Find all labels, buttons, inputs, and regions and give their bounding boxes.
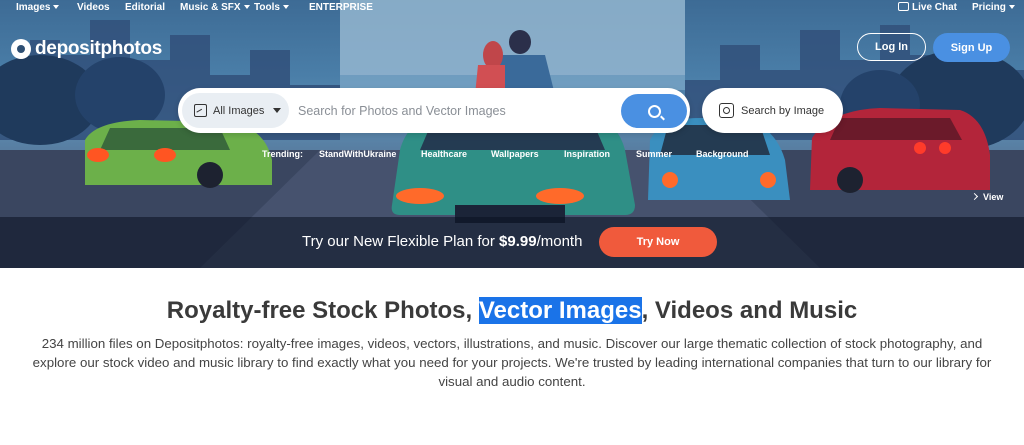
promo-prefix: Try our New Flexible Plan for bbox=[302, 233, 500, 250]
nav-videos[interactable]: Videos bbox=[77, 2, 110, 13]
page-description: 234 million files on Depositphotos: roya… bbox=[32, 336, 992, 389]
nav-enterprise[interactable]: ENTERPRISE bbox=[309, 2, 373, 13]
view-link[interactable]: View bbox=[970, 192, 1004, 202]
depositphotos-logo-icon bbox=[11, 39, 31, 59]
login-button[interactable]: Log In bbox=[857, 33, 926, 61]
nav-editorial[interactable]: Editorial bbox=[125, 2, 165, 13]
page-title: Royalty-free Stock Photos, Vector Images… bbox=[0, 297, 1024, 325]
logo-text: depositphotos bbox=[35, 38, 162, 59]
trending-tag[interactable]: Summer bbox=[636, 149, 672, 159]
nav-tools-label: Tools bbox=[254, 2, 280, 13]
live-chat-label: Live Chat bbox=[912, 2, 958, 13]
nav-tools[interactable]: Tools bbox=[254, 2, 289, 13]
caret-down-icon bbox=[273, 108, 282, 113]
nav-music-sfx-label: Music & SFX bbox=[180, 2, 241, 13]
search-type-dropdown[interactable]: All Images bbox=[182, 93, 289, 128]
try-now-label: Try Now bbox=[636, 236, 680, 248]
trending-tag[interactable]: Wallpapers bbox=[491, 149, 539, 159]
trending-tag[interactable]: StandWithUkraine bbox=[319, 149, 396, 159]
view-label: View bbox=[983, 192, 1004, 202]
hero-banner: Images Videos Editorial Music & SFX Tool… bbox=[0, 0, 1024, 268]
search-by-image-label: Search by Image bbox=[741, 104, 825, 117]
top-nav: Images Videos Editorial Music & SFX Tool… bbox=[0, 0, 1024, 18]
trending-tag[interactable]: Background bbox=[696, 149, 749, 159]
chevron-right-icon bbox=[970, 192, 979, 201]
image-icon bbox=[194, 104, 207, 117]
nav-enterprise-label: ENTERPRISE bbox=[309, 2, 373, 13]
trending-tag[interactable]: Healthcare bbox=[421, 149, 467, 159]
caret-down-icon bbox=[1008, 5, 1015, 9]
signup-label: Sign Up bbox=[950, 41, 993, 54]
live-chat-link[interactable]: Live Chat bbox=[898, 2, 957, 13]
promo-suffix: /month bbox=[536, 233, 583, 250]
try-now-button[interactable]: Try Now bbox=[599, 227, 717, 257]
search-input[interactable] bbox=[298, 98, 608, 123]
title-after: , Videos and Music bbox=[641, 297, 858, 324]
trending-label: Trending: bbox=[262, 149, 303, 159]
image-search-icon bbox=[719, 103, 734, 118]
promo-text: Try our New Flexible Plan for $9.99/mont… bbox=[302, 233, 582, 250]
search-type-label: All Images bbox=[213, 104, 265, 117]
caret-down-icon bbox=[53, 5, 60, 9]
login-label: Log In bbox=[875, 41, 908, 53]
signup-button[interactable]: Sign Up bbox=[933, 33, 1010, 62]
pricing-label: Pricing bbox=[972, 2, 1006, 13]
title-before: Royalty-free Stock Photos, bbox=[166, 297, 479, 324]
trending-tag[interactable]: Inspiration bbox=[564, 149, 610, 159]
search-icon bbox=[647, 104, 661, 118]
nav-videos-label: Videos bbox=[77, 2, 110, 13]
caret-down-icon bbox=[243, 5, 250, 9]
promo-strip: Try our New Flexible Plan for $9.99/mont… bbox=[0, 217, 1024, 268]
title-highlight: Vector Images bbox=[478, 297, 642, 324]
nav-editorial-label: Editorial bbox=[125, 2, 166, 13]
search-bar: All Images bbox=[178, 88, 690, 133]
promo-price: $9.99 bbox=[499, 233, 537, 250]
chat-bubble-icon bbox=[898, 2, 909, 11]
nav-images-label: Images bbox=[16, 2, 51, 13]
search-by-image-button[interactable]: Search by Image bbox=[702, 88, 843, 133]
nav-images[interactable]: Images bbox=[16, 2, 60, 13]
caret-down-icon bbox=[282, 5, 289, 9]
search-button[interactable] bbox=[621, 94, 687, 128]
nav-music-sfx[interactable]: Music & SFX bbox=[180, 2, 250, 13]
nav-pricing[interactable]: Pricing bbox=[972, 2, 1015, 13]
site-logo[interactable]: depositphotos bbox=[11, 38, 162, 60]
